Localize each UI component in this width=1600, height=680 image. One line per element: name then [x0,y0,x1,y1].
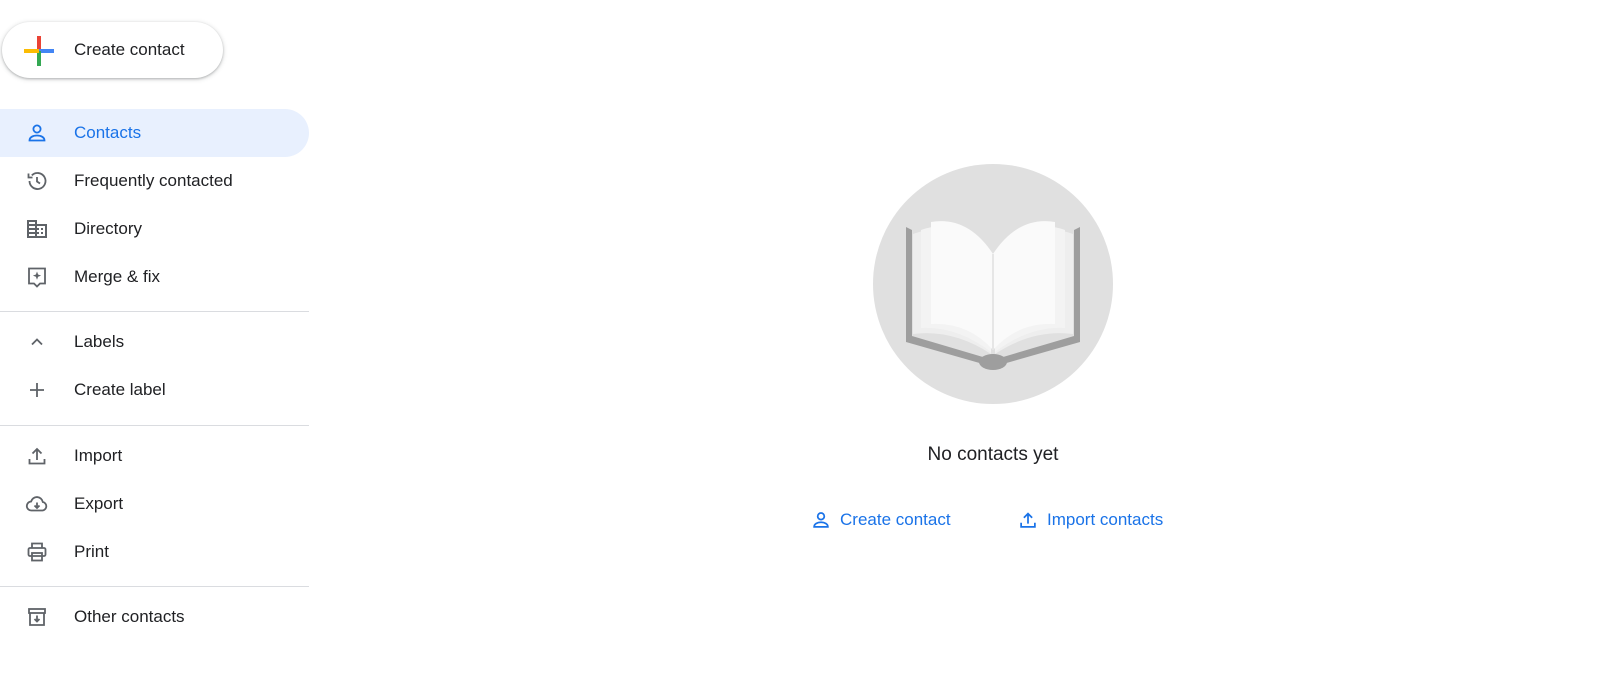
create-contact-button[interactable]: Create contact [2,22,223,78]
sidebar-item-label: Other contacts [74,607,185,626]
plus-multicolor-icon [24,36,54,66]
sidebar-divider [0,425,309,426]
sidebar-divider [0,311,309,312]
empty-state-message: No contacts yet [927,444,1059,465]
sidebar-item-label: Print [74,542,109,561]
cloud-download-icon [25,496,48,512]
create-label-button[interactable]: Create label [0,366,309,414]
create-contact-link[interactable]: Create contact [810,502,951,538]
sidebar-item-directory[interactable]: Directory [0,205,309,253]
auto-fix-icon [28,267,46,288]
create-label-text: Create label [74,380,166,399]
sidebar-item-contacts[interactable]: Contacts [0,109,309,157]
chevron-up-icon [31,338,43,346]
sidebar-item-label: Import [74,446,123,465]
printer-icon [27,542,47,562]
sidebar-divider [0,586,309,587]
sidebar-item-label: Frequently contacted [74,171,233,190]
labels-header: Labels [74,332,125,351]
labels-section-toggle[interactable]: Labels [0,318,309,366]
import-contacts-link-label: Import contacts [1047,510,1164,529]
sidebar-item-merge-fix[interactable]: Merge & fix [0,253,309,301]
sidebar-item-frequently-contacted[interactable]: Frequently contacted [0,157,309,205]
open-book-illustration [873,164,1113,404]
sidebar-item-print[interactable]: Print [0,528,309,576]
sidebar-item-other-contacts[interactable]: Other contacts [0,593,309,641]
sidebar-item-label: Export [74,494,124,513]
person-add-icon [813,512,829,528]
upload-icon [1020,512,1036,528]
sidebar-item-label: Contacts [74,123,142,142]
import-contacts-link[interactable]: Import contacts [1017,502,1163,538]
sidebar-item-export[interactable]: Export [0,480,309,528]
sidebar: Create contact Contacts Frequently conta… [0,0,309,680]
sidebar-item-import[interactable]: Import [0,432,309,480]
create-contact-link-label: Create contact [840,510,951,529]
history-icon [27,172,47,190]
archive-icon [28,608,46,626]
upload-icon [28,447,46,465]
sidebar-item-label: Directory [74,219,143,238]
create-contact-label: Create contact [74,40,185,59]
sidebar-item-label: Merge & fix [74,267,160,286]
person-icon [28,124,46,142]
domain-icon [27,220,47,238]
plus-icon [30,383,44,397]
